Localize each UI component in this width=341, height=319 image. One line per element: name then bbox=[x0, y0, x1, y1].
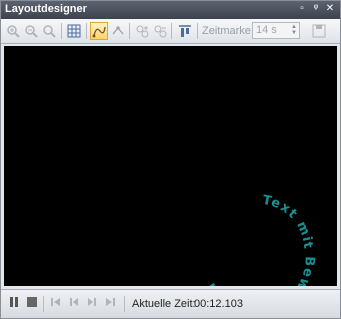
zoom-out-button[interactable] bbox=[22, 22, 40, 40]
zoom-in-button[interactable] bbox=[4, 22, 22, 40]
align-icon bbox=[179, 25, 191, 37]
zeitmarke-label: Zeitmarke: bbox=[202, 25, 254, 37]
zoom-out-icon bbox=[25, 25, 38, 38]
pause-icon bbox=[10, 297, 18, 307]
remove-keyframe-button[interactable] bbox=[151, 22, 169, 40]
toolbar-separator bbox=[61, 23, 62, 39]
stop-button[interactable] bbox=[25, 295, 39, 309]
spinner-arrows-icon[interactable]: ▲ ▼ bbox=[290, 24, 298, 37]
zoom-fit-icon bbox=[43, 25, 56, 38]
curved-text[interactable]: Text mit Bewegungspfad bbox=[203, 193, 317, 319]
layoutdesigner-window: Layoutdesigner ▫ ᵠ ✕ Zeitmarke: 14 s ▲ ▼… bbox=[0, 0, 341, 319]
zoom-in-icon bbox=[7, 25, 20, 38]
bottom-separator bbox=[43, 296, 44, 312]
playback-bar: Aktuelle Zeit: 00:12.103 bbox=[1, 289, 340, 318]
step-forward-button[interactable] bbox=[85, 295, 99, 309]
restore-icon[interactable]: ▫ bbox=[296, 3, 308, 15]
add-keyframe-icon bbox=[136, 25, 149, 38]
zeitmarke-value: 14 s bbox=[256, 24, 277, 36]
add-keyframe-button[interactable] bbox=[133, 22, 151, 40]
toolbar-separator bbox=[129, 23, 130, 39]
toolbar-separator bbox=[86, 23, 87, 39]
toolbar-separator bbox=[197, 23, 198, 39]
align-button[interactable] bbox=[176, 22, 194, 40]
go-to-end-button[interactable] bbox=[103, 295, 117, 309]
bottom-separator bbox=[124, 296, 125, 312]
close-icon[interactable]: ✕ bbox=[324, 3, 336, 15]
motion-path-button[interactable] bbox=[90, 22, 108, 40]
preview-svg: Text mit Bewegungspfad bbox=[203, 193, 317, 319]
title-bar[interactable]: Layoutdesigner ▫ ᵠ ✕ bbox=[1, 1, 340, 19]
skip-to-end-icon bbox=[106, 298, 115, 306]
current-time-label: Aktuelle Zeit: bbox=[132, 298, 196, 310]
skip-to-start-icon bbox=[51, 298, 60, 306]
step-forward-icon bbox=[88, 298, 96, 306]
grid-button[interactable] bbox=[65, 22, 83, 40]
grid-icon bbox=[67, 24, 81, 38]
zoom-fit-button[interactable] bbox=[40, 22, 58, 40]
zeitmarke-spinner[interactable]: 14 s ▲ ▼ bbox=[252, 22, 300, 39]
save-icon bbox=[312, 24, 326, 38]
stop-icon bbox=[27, 297, 37, 307]
step-back-icon bbox=[70, 298, 78, 306]
save-button[interactable] bbox=[310, 22, 328, 40]
go-to-start-button[interactable] bbox=[49, 295, 63, 309]
pause-button[interactable] bbox=[7, 295, 21, 309]
path-node-button[interactable] bbox=[109, 22, 127, 40]
remove-keyframe-icon bbox=[154, 25, 167, 38]
motion-path-icon bbox=[92, 26, 106, 38]
path-node-icon bbox=[112, 26, 124, 35]
current-time-value: 00:12.103 bbox=[194, 298, 243, 310]
step-back-button[interactable] bbox=[67, 295, 81, 309]
toolbar-separator bbox=[171, 23, 172, 39]
window-title: Layoutdesigner bbox=[5, 3, 87, 15]
preview-canvas[interactable]: Text mit Bewegungspfad bbox=[4, 46, 337, 319]
pin-icon[interactable]: ᵠ bbox=[310, 3, 322, 15]
